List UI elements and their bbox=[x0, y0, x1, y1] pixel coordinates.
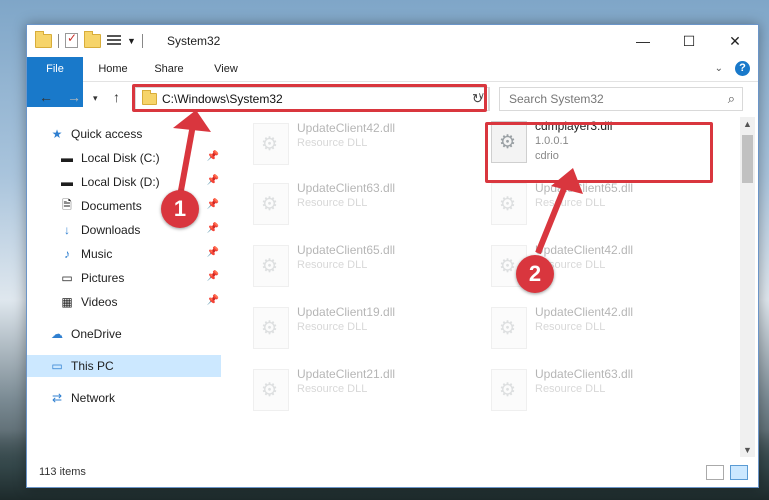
arrow-to-file bbox=[535, 184, 568, 255]
step-badge-2: 2 bbox=[516, 255, 554, 293]
arrow-head-1 bbox=[173, 110, 211, 132]
arrow-to-address bbox=[177, 124, 196, 197]
annotation-arrows bbox=[173, 110, 583, 255]
arrow-head-2 bbox=[551, 168, 583, 194]
step-badge-1: 1 bbox=[161, 190, 199, 228]
